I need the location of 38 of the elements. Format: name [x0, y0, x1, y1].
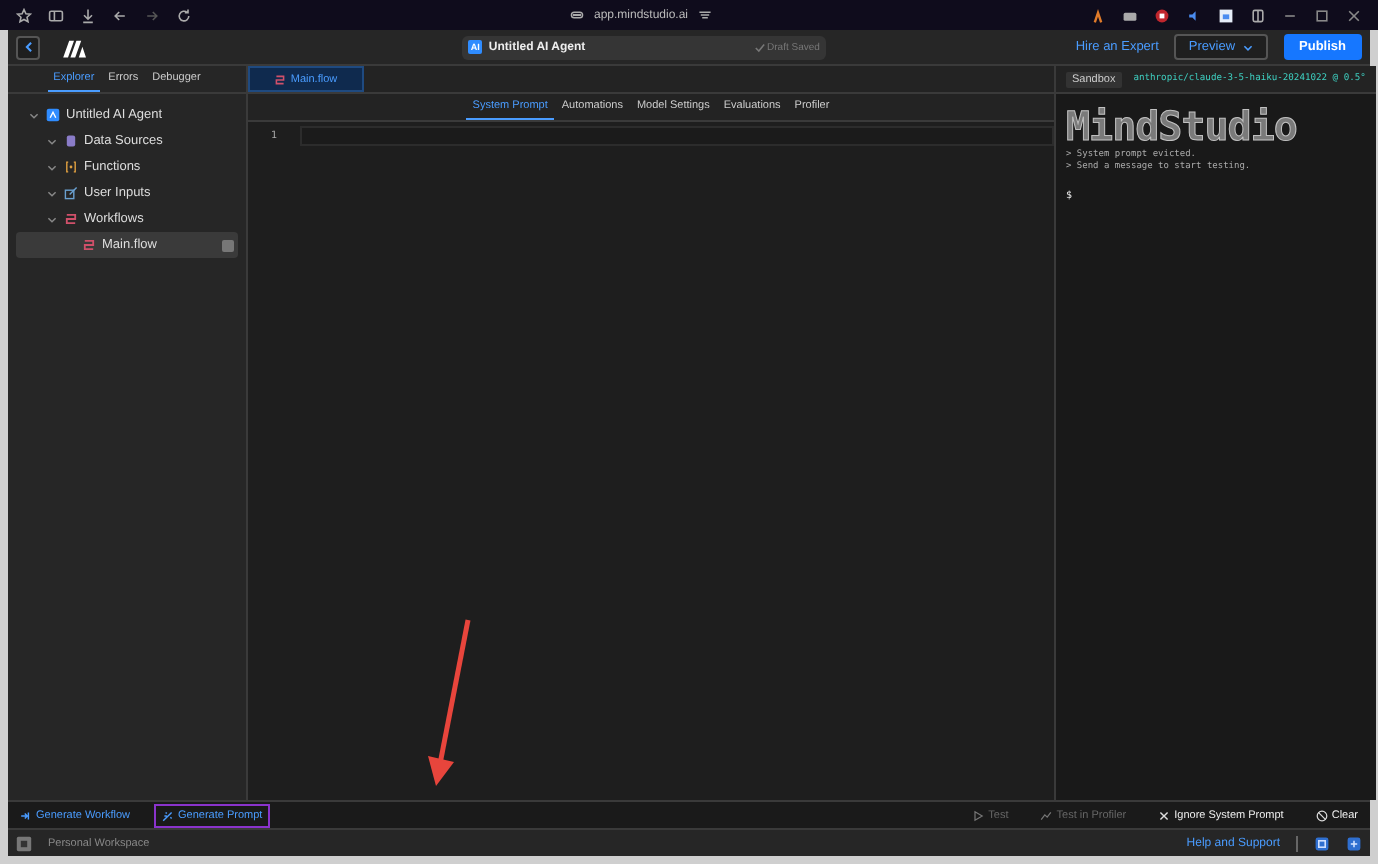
code-line-field[interactable]	[300, 125, 1054, 145]
database-icon	[64, 134, 78, 148]
chevron-icon[interactable]	[46, 213, 58, 225]
back-icon[interactable]	[112, 7, 128, 23]
chevron-icon[interactable]	[46, 187, 58, 199]
workspace-icon[interactable]	[16, 835, 32, 851]
check-icon	[753, 41, 766, 53]
wand-icon	[161, 809, 174, 821]
play-icon	[972, 809, 985, 821]
braces-icon	[64, 160, 78, 174]
ascii-logo: MindStudio	[1066, 102, 1299, 150]
arrow-icon	[20, 809, 32, 821]
chevron-icon[interactable]	[46, 161, 58, 173]
filter-icon[interactable]	[698, 8, 713, 22]
edit-icon	[64, 186, 78, 200]
close-icon	[1158, 809, 1171, 821]
sidebar-icon[interactable]	[48, 7, 64, 23]
star-icon[interactable]	[16, 7, 32, 23]
layout-icon[interactable]	[1346, 835, 1362, 851]
forward-icon[interactable]	[144, 7, 160, 23]
reload-icon[interactable]	[176, 7, 192, 23]
close-icon[interactable]	[1346, 7, 1362, 23]
extension-icon[interactable]	[1154, 7, 1170, 23]
options-icon[interactable]	[222, 239, 234, 251]
chevron-icon[interactable]	[46, 135, 58, 147]
workflow-icon	[274, 73, 287, 85]
maximize-icon[interactable]	[1314, 7, 1330, 23]
chevron-icon[interactable]	[28, 109, 40, 121]
extension-icon[interactable]	[1250, 7, 1266, 23]
chevron-left-icon	[21, 40, 35, 54]
agent-icon	[46, 108, 60, 122]
chevron-down-icon	[1241, 41, 1254, 53]
clear-icon	[1315, 809, 1328, 821]
link-icon	[569, 8, 584, 22]
layout-icon[interactable]	[1314, 835, 1330, 851]
chart-icon	[1040, 809, 1053, 821]
back-button[interactable]	[16, 35, 40, 59]
download-icon[interactable]	[80, 7, 96, 23]
